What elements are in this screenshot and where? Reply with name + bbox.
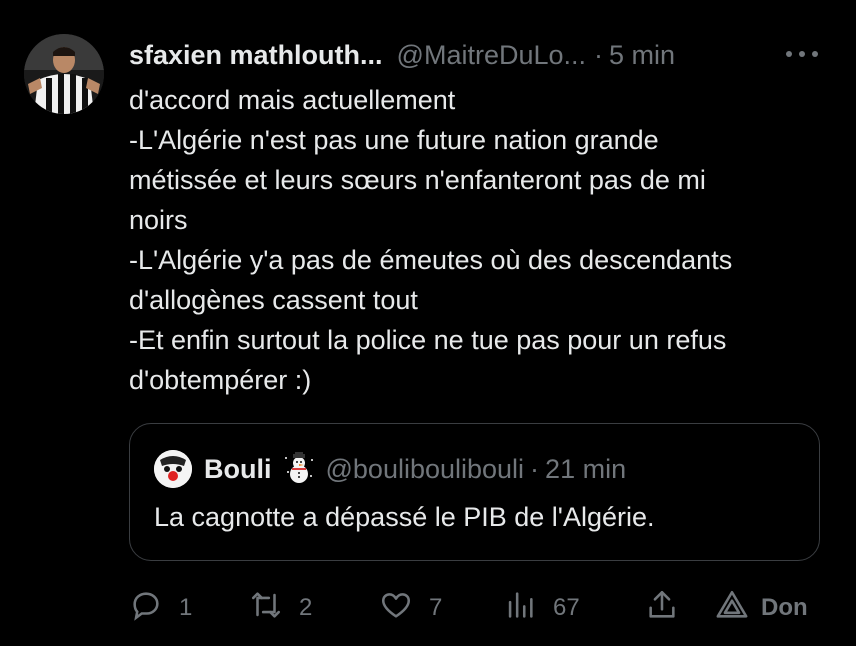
- tweet-text-line: -L'Algérie y'a pas de émeutes où des des…: [129, 245, 733, 275]
- tweet-text-line: métissée et leurs sœurs n'enfanteront pa…: [129, 165, 706, 195]
- retweet-button[interactable]: 2: [249, 586, 312, 630]
- tweet-text-line: d'obtempérer :): [129, 365, 312, 395]
- tweet-text: d'accord mais actuellement -L'Algérie n'…: [129, 80, 829, 400]
- more-icon[interactable]: [786, 44, 818, 64]
- quoted-tweet-time[interactable]: 21 min: [545, 454, 626, 485]
- author-handle[interactable]: @MaitreDuLo...: [397, 40, 586, 71]
- tweet-actions: 1 2 7 67 Don: [129, 586, 829, 630]
- retweet-count: 2: [299, 594, 313, 621]
- snowman-emoji-icon: [282, 452, 316, 486]
- tweet-text-line: -Et enfin surtout la police ne tue pas p…: [129, 325, 727, 355]
- quoted-author-handle[interactable]: @bouliboulibouli: [326, 454, 525, 485]
- separator: ·: [530, 453, 540, 484]
- tweet-header: sfaxien mathlouth... @MaitreDuLo... · 5 …: [129, 38, 675, 72]
- comment-icon: [129, 588, 163, 629]
- quoted-tweet-header: Bouli @bouliboulibouli · 21 min: [204, 452, 626, 486]
- reply-count: 1: [179, 594, 193, 621]
- author-name[interactable]: sfaxien mathlouth...: [129, 40, 383, 71]
- quoted-author-avatar[interactable]: [154, 450, 192, 488]
- separator: ·: [594, 39, 604, 70]
- tweet-text-line: d'allogènes cassent tout: [129, 285, 418, 315]
- tweet-text-line: noirs: [129, 205, 188, 235]
- retweet-icon: [249, 588, 283, 629]
- donate-button[interactable]: Don: [715, 586, 808, 630]
- share-button[interactable]: [645, 586, 679, 630]
- donate-label: Don: [761, 594, 808, 621]
- views-button[interactable]: 67: [503, 586, 580, 630]
- like-count: 7: [429, 594, 443, 621]
- author-avatar[interactable]: [24, 34, 104, 114]
- like-button[interactable]: 7: [379, 586, 442, 630]
- tweet-text-line: -L'Algérie n'est pas une future nation g…: [129, 125, 659, 155]
- heart-icon: [379, 588, 413, 629]
- quoted-author-name[interactable]: Bouli: [204, 454, 272, 485]
- quoted-tweet-text: La cagnotte a dépassé le PIB de l'Algéri…: [154, 502, 655, 532]
- analytics-icon: [503, 588, 537, 629]
- tweet-time[interactable]: 5 min: [609, 40, 675, 71]
- views-count: 67: [553, 594, 580, 621]
- tweet: sfaxien mathlouth... @MaitreDuLo... · 5 …: [0, 0, 856, 646]
- reply-button[interactable]: 1: [129, 586, 192, 630]
- quoted-tweet[interactable]: Bouli @bouliboulibouli · 21 min La cagno…: [129, 423, 820, 561]
- donate-icon: [715, 588, 749, 629]
- tweet-text-line: d'accord mais actuellement: [129, 85, 456, 115]
- share-icon: [645, 588, 679, 629]
